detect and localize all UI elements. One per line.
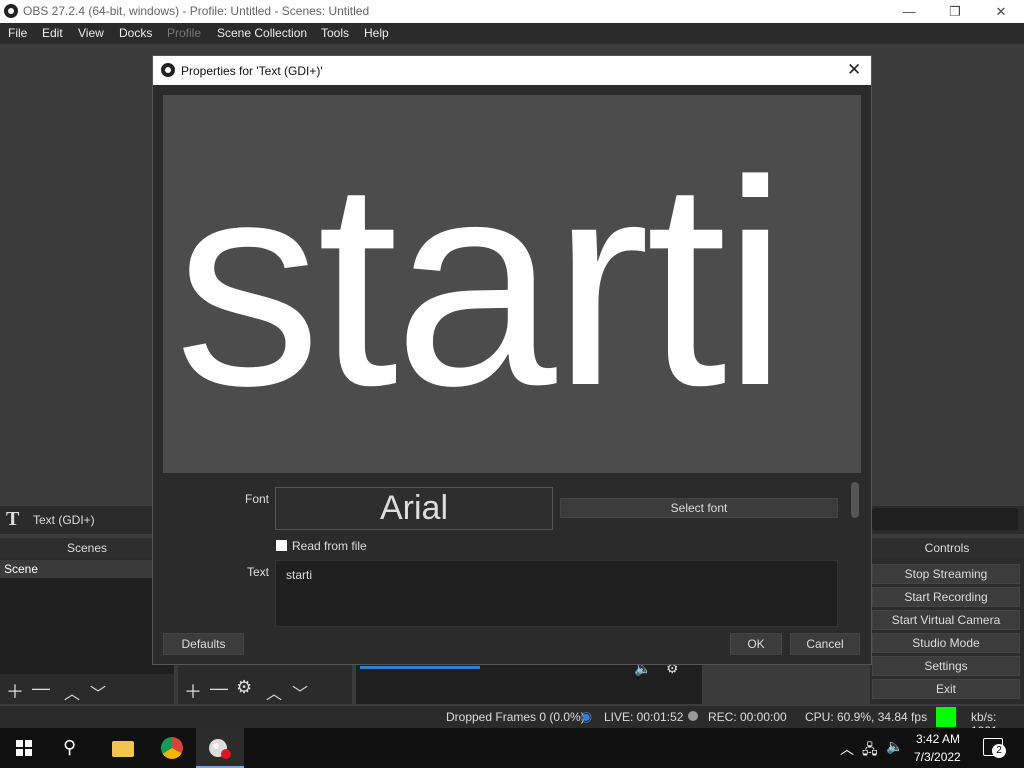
exit-button[interactable]: Exit (872, 679, 1020, 699)
chrome-icon[interactable] (161, 737, 183, 759)
menu-view[interactable]: View (78, 26, 104, 40)
scenes-header: Scenes (0, 538, 174, 558)
text-label: Text (247, 565, 270, 579)
notification-icon[interactable]: 2 (983, 738, 1006, 758)
read-from-file-label: Read from file (292, 539, 367, 553)
add-source-icon[interactable]: ＋ (184, 678, 202, 704)
tray-chevron-icon[interactable]: ︿ (840, 739, 854, 759)
windows-start-icon[interactable] (16, 740, 32, 756)
audio-mixer-panel: 🔈 ⚙ (356, 660, 702, 704)
ok-button[interactable]: OK (730, 633, 782, 655)
add-scene-icon[interactable]: ＋ (6, 678, 24, 704)
dialog-title-bar: Properties for 'Text (GDI+)' ✕ (153, 56, 871, 85)
menu-help[interactable]: Help (364, 26, 389, 40)
text-input[interactable]: starti (275, 560, 838, 627)
move-up-icon[interactable]: ︿ (64, 680, 80, 704)
settings-button[interactable]: Settings (872, 656, 1020, 676)
text-preview: starti (163, 95, 861, 473)
start-virtual-camera-button[interactable]: Start Virtual Camera (872, 610, 1020, 630)
dialog-close-icon[interactable]: ✕ (847, 60, 861, 80)
clock-time[interactable]: 3:42 AM (916, 732, 960, 746)
menu-bar: File Edit View Docks Profile Scene Colle… (0, 23, 1024, 44)
source-toolbar-field[interactable] (872, 508, 1018, 530)
notification-count: 2 (992, 744, 1006, 758)
live-signal-icon: ◉ (580, 708, 593, 724)
cancel-button[interactable]: Cancel (790, 633, 860, 655)
window-title-bar: OBS 27.2.4 (64-bit, windows) - Profile: … (0, 0, 1024, 23)
menu-file[interactable]: File (8, 26, 27, 40)
network-icon[interactable]: 🖧 (862, 739, 878, 763)
font-preview: Arial (275, 487, 553, 530)
menu-edit[interactable]: Edit (42, 26, 63, 40)
volume-icon[interactable]: 🔈 (886, 738, 903, 755)
stream-health-indicator (936, 707, 956, 727)
scene-item[interactable]: Scene (0, 560, 174, 578)
select-font-button[interactable]: Select font (560, 498, 838, 518)
recording-badge-icon (221, 749, 231, 759)
close-window-button[interactable]: ✕ (978, 0, 1024, 23)
dialog-title: Properties for 'Text (GDI+)' (181, 64, 323, 78)
rec-time: REC: 00:00:00 (708, 710, 787, 724)
stop-streaming-button[interactable]: Stop Streaming (872, 564, 1020, 584)
move-down-icon[interactable]: ﹀ (90, 680, 106, 704)
clock-date[interactable]: 7/3/2022 (914, 750, 961, 764)
menu-docks[interactable]: Docks (119, 26, 152, 40)
menu-scene-collection[interactable]: Scene Collection (217, 26, 307, 40)
minimize-button[interactable]: — (886, 0, 932, 23)
scenes-list (0, 578, 174, 674)
studio-mode-button[interactable]: Studio Mode (872, 633, 1020, 653)
font-label: Font (245, 492, 270, 506)
selected-source-name: Text (GDI+) (33, 513, 95, 527)
text-source-icon: T (6, 508, 20, 530)
maximize-button[interactable]: ❐ (932, 0, 978, 23)
volume-slider[interactable] (360, 666, 480, 669)
windows-taskbar: ⚲ ︿ 🖧 🔈 3:42 AM 7/3/2022 2 (0, 728, 1024, 768)
live-time: LIVE: 00:01:52 (604, 710, 684, 724)
dialog-obs-icon (161, 63, 175, 77)
properties-dialog: Properties for 'Text (GDI+)' ✕ starti Fo… (152, 55, 872, 665)
source-up-icon[interactable]: ︿ (266, 680, 282, 704)
remove-scene-icon[interactable]: — (32, 678, 50, 699)
controls-header: Controls (870, 538, 1024, 558)
cpu-usage: CPU: 60.9%, 34.84 fps (805, 710, 928, 724)
dropped-frames: Dropped Frames 0 (0.0%) (446, 710, 585, 724)
dialog-scrollbar[interactable] (851, 482, 859, 518)
controls-panel: Controls Stop Streaming Start Recording … (870, 538, 1024, 704)
obs-logo-icon (4, 4, 18, 18)
window-title: OBS 27.2.4 (64-bit, windows) - Profile: … (23, 4, 370, 18)
file-explorer-icon[interactable] (112, 741, 134, 757)
rec-dot-icon (688, 711, 698, 721)
preview-text: starti (175, 120, 788, 446)
read-from-file-checkbox[interactable] (276, 540, 287, 551)
menu-profile[interactable]: Profile (167, 26, 201, 40)
source-settings-gear-icon[interactable]: ⚙ (236, 677, 252, 698)
search-icon[interactable]: ⚲ (63, 737, 76, 758)
menu-tools[interactable]: Tools (321, 26, 349, 40)
source-down-icon[interactable]: ﹀ (292, 680, 308, 704)
remove-source-icon[interactable]: — (210, 678, 228, 699)
defaults-button[interactable]: Defaults (163, 633, 244, 655)
obs-taskbar-button[interactable] (196, 728, 244, 768)
sources-panel-footer: ＋ — ⚙ ︿ ﹀ (178, 664, 352, 704)
scenes-panel: Scenes Scene ＋ — ︿ ﹀ (0, 538, 174, 704)
status-bar: Dropped Frames 0 (0.0%) ◉ LIVE: 00:01:52… (0, 706, 1024, 738)
start-recording-button[interactable]: Start Recording (872, 587, 1020, 607)
